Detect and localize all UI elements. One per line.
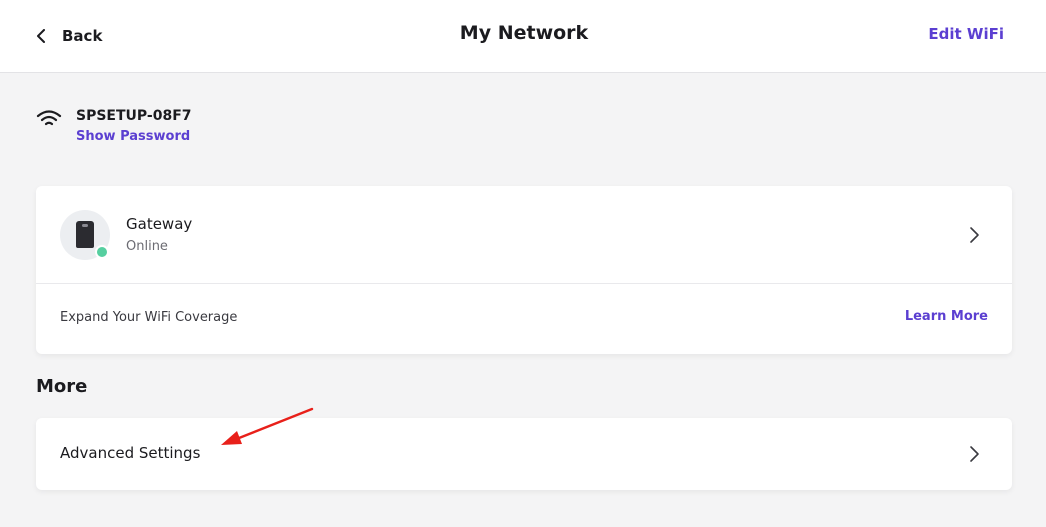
gateway-status: Online — [126, 239, 168, 254]
top-bar: Back My Network Edit WiFi — [0, 0, 1046, 73]
gateway-card: Gateway Online Expand Your WiFi Coverage… — [36, 186, 1012, 354]
gateway-name: Gateway — [126, 215, 193, 233]
page-title: My Network — [459, 22, 589, 44]
learn-more-link[interactable]: Learn More — [905, 309, 988, 324]
expand-coverage-label: Expand Your WiFi Coverage — [60, 310, 238, 325]
edit-wifi-button[interactable]: Edit WiFi — [928, 25, 1004, 43]
gateway-row[interactable]: Gateway Online — [36, 186, 1012, 284]
advanced-settings-row[interactable]: Advanced Settings — [36, 418, 1012, 490]
more-section-title: More — [36, 376, 88, 397]
gateway-avatar — [60, 210, 110, 260]
wifi-icon — [36, 109, 62, 129]
network-name: SPSETUP-08F7 — [76, 108, 192, 124]
online-status-dot — [95, 245, 109, 259]
chevron-right-icon — [968, 226, 980, 244]
chevron-right-icon — [968, 445, 980, 463]
advanced-settings-label: Advanced Settings — [60, 444, 201, 462]
network-info: SPSETUP-08F7 Show Password — [36, 106, 192, 144]
show-password-link[interactable]: Show Password — [76, 129, 192, 144]
expand-coverage-row: Expand Your WiFi Coverage Learn More — [36, 284, 1012, 354]
router-icon — [76, 221, 94, 248]
